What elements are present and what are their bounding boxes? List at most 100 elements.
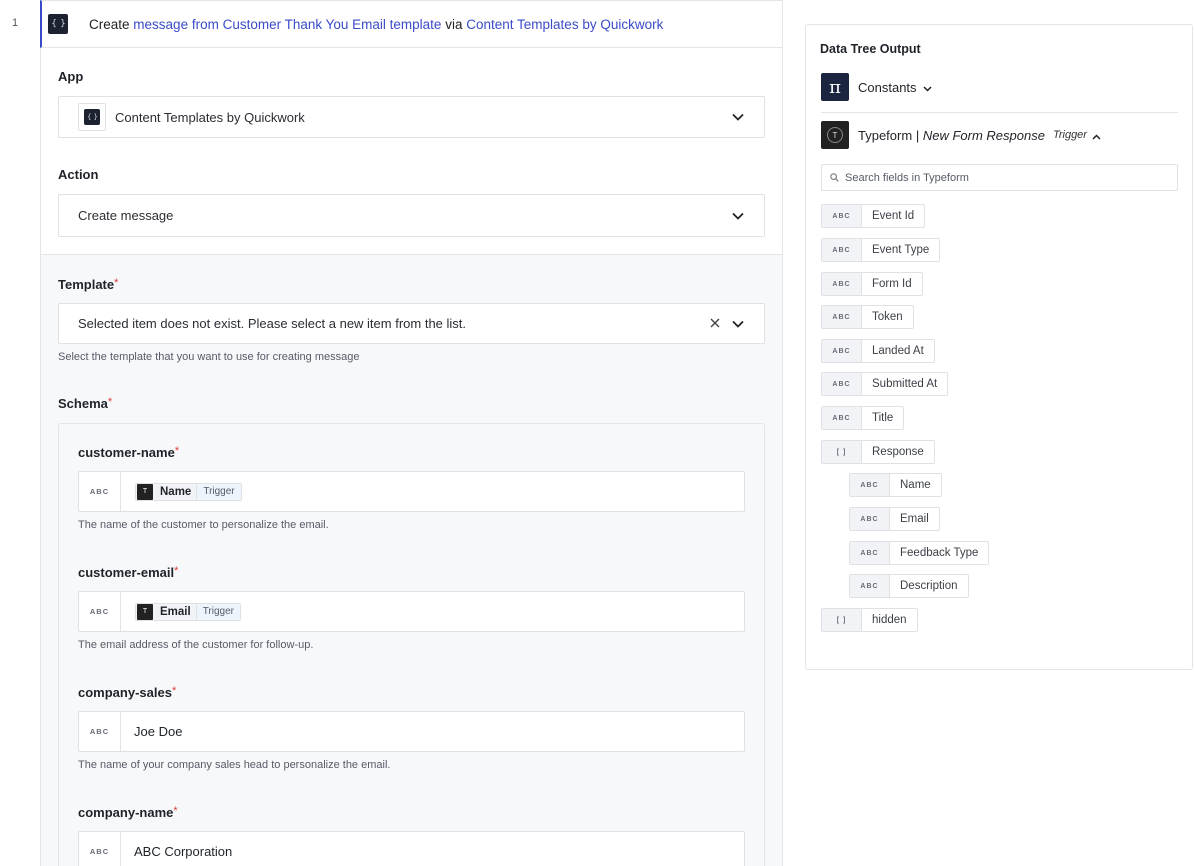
schema-field-hint: The email address of the customer for fo… xyxy=(78,639,314,651)
template-label-text: Template xyxy=(58,277,115,292)
field-label: hidden xyxy=(872,614,907,626)
field-label: Submitted At xyxy=(872,378,938,390)
tree-field-hidden[interactable]: [ ] hidden xyxy=(821,608,918,632)
data-tree-title: Data Tree Output xyxy=(820,42,921,56)
chevron-down-icon[interactable] xyxy=(730,208,746,224)
step-title-mid: via xyxy=(445,16,463,32)
type-tag: ABC xyxy=(822,373,862,395)
schema-field-company-name: company-name* ABC ABC Corporation xyxy=(78,805,745,866)
schema-field-label: customer-email* xyxy=(78,565,745,580)
template-schema-section: Template* Selected item does not exist. … xyxy=(41,254,782,866)
chevron-down-icon[interactable] xyxy=(730,316,746,332)
schema-field-label: company-name* xyxy=(78,805,745,820)
required-mark: * xyxy=(174,445,180,457)
typeform-separator: | xyxy=(915,127,920,143)
field-label: Name xyxy=(900,479,931,491)
tree-divider xyxy=(821,112,1178,113)
chevron-down-icon[interactable] xyxy=(923,80,932,95)
app-logo-wrap: { } xyxy=(78,103,106,131)
app-select[interactable]: { } Content Templates by Quickwork xyxy=(58,96,765,138)
datapill-name[interactable]: T Name Trigger xyxy=(135,482,242,501)
search-input[interactable] xyxy=(845,171,1145,184)
data-tree-panel: Data Tree Output π Constants T Typeform … xyxy=(805,24,1193,670)
tree-field-feedback-type[interactable]: ABC Feedback Type xyxy=(849,541,990,565)
close-icon[interactable] xyxy=(710,315,720,332)
type-tag: ABC xyxy=(850,575,890,597)
company-sales-input[interactable]: ABC Joe Doe xyxy=(78,711,745,752)
step-header[interactable]: { } Create message from Customer Thank Y… xyxy=(40,0,782,48)
step-title-prefix: Create xyxy=(89,16,130,32)
customer-email-input[interactable]: ABC T Email Trigger xyxy=(78,591,745,632)
step-title-link-template[interactable]: message from Customer Thank You Email te… xyxy=(133,17,441,32)
typeform-icon: T xyxy=(137,603,153,620)
datapill-tag: Trigger xyxy=(195,603,240,620)
schema-field-label: company-sales* xyxy=(78,685,745,700)
tree-field-response-name[interactable]: ABC Name xyxy=(849,473,942,497)
company-name-input[interactable]: ABC ABC Corporation xyxy=(78,831,745,866)
type-abc-tag: ABC xyxy=(79,712,121,751)
tree-field-event-type[interactable]: ABC Event Type xyxy=(821,238,941,262)
chevron-down-icon[interactable] xyxy=(730,109,746,125)
schema-field-hint: The name of your company sales head to p… xyxy=(78,759,391,771)
tree-field-title[interactable]: ABC Title xyxy=(821,406,905,430)
schema-field-hint: The name of the customer to personalize … xyxy=(78,519,329,531)
chevron-up-icon[interactable] xyxy=(1092,128,1101,143)
field-label: Event Id xyxy=(872,210,915,222)
type-tag: [ ] xyxy=(822,609,862,631)
tree-field-description[interactable]: ABC Description xyxy=(849,574,969,598)
schema-field-name: customer-name xyxy=(78,445,175,460)
schema-field-customer-name: customer-name* ABC T Name Trigger The na… xyxy=(78,445,745,531)
type-tag: [ ] xyxy=(822,441,862,463)
type-tag: ABC xyxy=(822,340,862,362)
tree-constants[interactable]: π Constants xyxy=(821,73,932,101)
tree-field-submitted-at[interactable]: ABC Submitted At xyxy=(821,372,949,396)
customer-name-input[interactable]: ABC T Name Trigger xyxy=(78,471,745,512)
field-label: Response xyxy=(872,446,924,458)
type-tag: ABC xyxy=(822,205,862,227)
datapill-label: Name xyxy=(160,485,192,498)
template-label: Template* xyxy=(58,277,765,292)
type-abc-tag: ABC xyxy=(79,472,121,511)
typeform-app-name: Typeform xyxy=(858,127,913,143)
type-tag: ABC xyxy=(822,306,862,328)
tree-constants-label: Constants xyxy=(858,79,917,95)
field-label: Form Id xyxy=(872,278,912,290)
tree-field-event-id[interactable]: ABC Event Id xyxy=(821,204,926,228)
action-select-value: Create message xyxy=(78,208,174,223)
pi-icon: π xyxy=(821,73,849,101)
tree-typeform-label: Typeform | New Form Response xyxy=(858,128,1045,143)
trigger-label: Trigger xyxy=(1052,129,1087,141)
type-abc-tag: ABC xyxy=(79,832,121,866)
schema-label: Schema* xyxy=(58,396,765,411)
tree-field-token[interactable]: ABC Token xyxy=(821,305,914,329)
step-config-panel: { } Create message from Customer Thank Y… xyxy=(40,0,783,866)
schema-field-label: customer-name* xyxy=(78,445,745,460)
template-hint: Select the template that you want to use… xyxy=(58,351,360,363)
field-label: Description xyxy=(900,580,958,592)
datapill-tag: Trigger xyxy=(196,483,241,500)
tree-field-form-id[interactable]: ABC Form Id xyxy=(821,272,923,296)
schema-field-company-sales: company-sales* ABC Joe Doe The name of y… xyxy=(78,685,745,771)
tree-field-response-email[interactable]: ABC Email xyxy=(849,507,940,531)
step-title-link-app[interactable]: Content Templates by Quickwork xyxy=(466,17,663,32)
required-mark: * xyxy=(173,805,178,817)
step-number: 1 xyxy=(12,17,19,29)
type-tag: ABC xyxy=(850,508,890,530)
field-label: Landed At xyxy=(872,345,924,357)
type-tag: ABC xyxy=(822,239,862,261)
tree-field-landed-at[interactable]: ABC Landed At xyxy=(821,339,935,363)
schema-field-customer-email: customer-email* ABC T Email Trigger The … xyxy=(78,565,745,651)
content-templates-logo-icon: { } xyxy=(48,14,68,34)
schema-field-name: company-name xyxy=(78,805,174,820)
action-select[interactable]: Create message xyxy=(58,194,765,237)
required-mark: * xyxy=(174,565,179,577)
type-abc-tag: ABC xyxy=(79,592,121,631)
schema-box: customer-name* ABC T Name Trigger The na… xyxy=(58,423,765,866)
datapill-email[interactable]: T Email Trigger xyxy=(135,602,241,621)
tree-typeform[interactable]: T Typeform | New Form Response Trigger xyxy=(821,121,1101,149)
typeform-search[interactable] xyxy=(821,164,1178,191)
tree-field-response[interactable]: [ ] Response xyxy=(821,440,935,464)
template-select[interactable]: Selected item does not exist. Please sel… xyxy=(58,303,765,344)
required-mark: * xyxy=(171,685,177,697)
app-select-value: Content Templates by Quickwork xyxy=(115,109,305,125)
